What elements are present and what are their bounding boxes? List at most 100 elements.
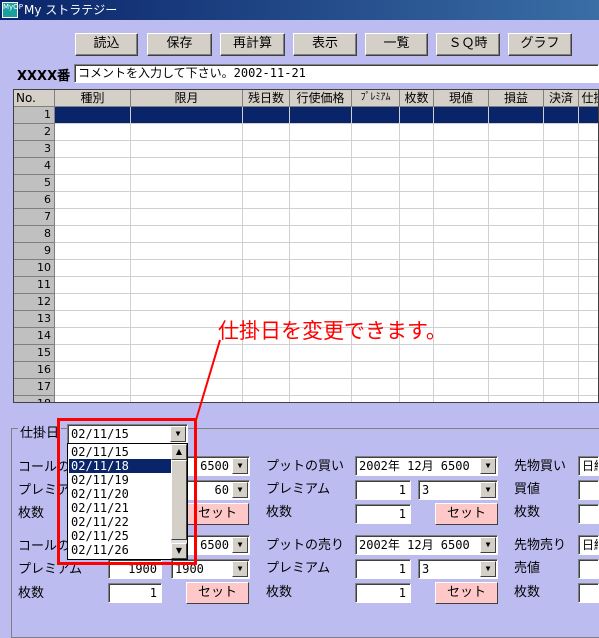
grid-cell[interactable] bbox=[489, 260, 544, 277]
row-header[interactable]: 6 bbox=[14, 192, 55, 209]
grid-cell[interactable] bbox=[434, 226, 489, 243]
grid-cell[interactable] bbox=[579, 243, 598, 260]
grid-cell[interactable] bbox=[55, 396, 131, 402]
row-header[interactable]: 15 bbox=[14, 345, 55, 362]
put-buy-premium-input[interactable]: 1 bbox=[355, 480, 411, 500]
grid-cell[interactable] bbox=[544, 209, 579, 226]
grid-cell[interactable] bbox=[400, 294, 434, 311]
grid-cell[interactable] bbox=[290, 277, 352, 294]
grid-cell[interactable] bbox=[352, 226, 400, 243]
grid-cell[interactable] bbox=[489, 175, 544, 192]
grid-cell[interactable] bbox=[131, 243, 243, 260]
grid-cell[interactable] bbox=[544, 175, 579, 192]
grid-cell[interactable] bbox=[579, 260, 598, 277]
grid-cell[interactable] bbox=[290, 175, 352, 192]
grid-cell[interactable] bbox=[55, 107, 131, 124]
grid-cell[interactable] bbox=[290, 124, 352, 141]
futures-buy-combo[interactable]: 日経 bbox=[578, 456, 599, 476]
row-header[interactable]: 14 bbox=[14, 328, 55, 345]
grid-cell[interactable] bbox=[579, 294, 598, 311]
grid-cell[interactable] bbox=[131, 396, 243, 402]
chevron-down-icon[interactable]: ▼ bbox=[232, 537, 248, 553]
comment-input[interactable]: コメントを入力して下さい。2002-11-21 bbox=[74, 64, 599, 83]
grid-cell[interactable] bbox=[579, 226, 598, 243]
grid-cell[interactable] bbox=[579, 209, 598, 226]
grid-cell[interactable] bbox=[131, 175, 243, 192]
row-header[interactable]: 17 bbox=[14, 379, 55, 396]
row-header[interactable]: 5 bbox=[14, 175, 55, 192]
grid-cell[interactable] bbox=[544, 294, 579, 311]
row-header[interactable]: 2 bbox=[14, 124, 55, 141]
row-header[interactable]: 9 bbox=[14, 243, 55, 260]
col-header-current[interactable]: 現値 bbox=[434, 90, 489, 107]
grid-cell[interactable] bbox=[352, 260, 400, 277]
grid-cell[interactable] bbox=[434, 158, 489, 175]
grid-cell[interactable] bbox=[131, 345, 243, 362]
grid-cell[interactable] bbox=[131, 141, 243, 158]
grid-cell[interactable] bbox=[400, 141, 434, 158]
grid-cell[interactable] bbox=[579, 192, 598, 209]
grid-cell[interactable] bbox=[55, 345, 131, 362]
grid-cell[interactable] bbox=[434, 175, 489, 192]
grid-cell[interactable] bbox=[290, 379, 352, 396]
grid-cell[interactable] bbox=[400, 175, 434, 192]
grid-cell[interactable] bbox=[131, 226, 243, 243]
grid-cell[interactable] bbox=[131, 158, 243, 175]
list-button[interactable]: 一覧 bbox=[365, 33, 428, 56]
grid-cell[interactable] bbox=[243, 243, 290, 260]
col-header-premium[interactable]: ﾌﾟﾚﾐｱﾑ bbox=[352, 90, 400, 107]
grid-cell[interactable] bbox=[290, 243, 352, 260]
grid-cell[interactable] bbox=[352, 124, 400, 141]
display-button[interactable]: 表示 bbox=[293, 33, 357, 56]
grid-cell[interactable] bbox=[434, 209, 489, 226]
row-header[interactable]: 16 bbox=[14, 362, 55, 379]
grid-cell[interactable] bbox=[352, 209, 400, 226]
grid-cell[interactable] bbox=[400, 396, 434, 402]
grid-cell[interactable] bbox=[400, 277, 434, 294]
row-header[interactable]: 4 bbox=[14, 158, 55, 175]
grid-cell[interactable] bbox=[290, 141, 352, 158]
grid-cell[interactable] bbox=[489, 277, 544, 294]
grid-cell[interactable] bbox=[544, 277, 579, 294]
col-header-qty[interactable]: 枚数 bbox=[400, 90, 434, 107]
futures-buy-price-input[interactable] bbox=[578, 480, 599, 500]
grid-cell[interactable] bbox=[55, 192, 131, 209]
grid-cell[interactable] bbox=[434, 124, 489, 141]
grid-cell[interactable] bbox=[290, 209, 352, 226]
grid-cell[interactable] bbox=[131, 362, 243, 379]
chevron-down-icon[interactable]: ▼ bbox=[480, 458, 496, 474]
grid-cell[interactable] bbox=[243, 107, 290, 124]
grid-cell[interactable] bbox=[290, 294, 352, 311]
grid-cell[interactable] bbox=[131, 192, 243, 209]
grid-cell[interactable] bbox=[544, 243, 579, 260]
chevron-down-icon[interactable]: ▼ bbox=[480, 482, 496, 498]
grid-cell[interactable] bbox=[243, 379, 290, 396]
grid-cell[interactable] bbox=[55, 260, 131, 277]
grid-cell[interactable] bbox=[131, 294, 243, 311]
save-button[interactable]: 保存 bbox=[147, 33, 212, 56]
grid-cell[interactable] bbox=[352, 175, 400, 192]
put-buy-qty-input[interactable]: 1 bbox=[355, 504, 411, 524]
col-header-entry[interactable]: 仕掛 bbox=[579, 90, 598, 107]
grid-cell[interactable] bbox=[243, 158, 290, 175]
futures-buy-qty-input[interactable] bbox=[578, 504, 599, 524]
grid-cell[interactable] bbox=[579, 175, 598, 192]
grid-cell[interactable] bbox=[352, 396, 400, 402]
grid-cell[interactable] bbox=[544, 328, 579, 345]
grid-cell[interactable] bbox=[434, 277, 489, 294]
grid-cell[interactable] bbox=[290, 260, 352, 277]
grid-cell[interactable] bbox=[400, 107, 434, 124]
grid-cell[interactable] bbox=[544, 345, 579, 362]
grid-cell[interactable] bbox=[352, 243, 400, 260]
call-sell-set-button[interactable]: セット bbox=[186, 582, 249, 604]
grid-cell[interactable] bbox=[544, 124, 579, 141]
put-buy-premium-combo[interactable]: 3 ▼ bbox=[418, 480, 498, 500]
grid-cell[interactable] bbox=[55, 226, 131, 243]
grid-cell[interactable] bbox=[55, 277, 131, 294]
grid-cell[interactable] bbox=[243, 175, 290, 192]
grid-cell[interactable] bbox=[290, 192, 352, 209]
row-header[interactable]: 8 bbox=[14, 226, 55, 243]
grid-cell[interactable] bbox=[243, 209, 290, 226]
grid-cell[interactable] bbox=[489, 345, 544, 362]
grid-cell[interactable] bbox=[55, 209, 131, 226]
